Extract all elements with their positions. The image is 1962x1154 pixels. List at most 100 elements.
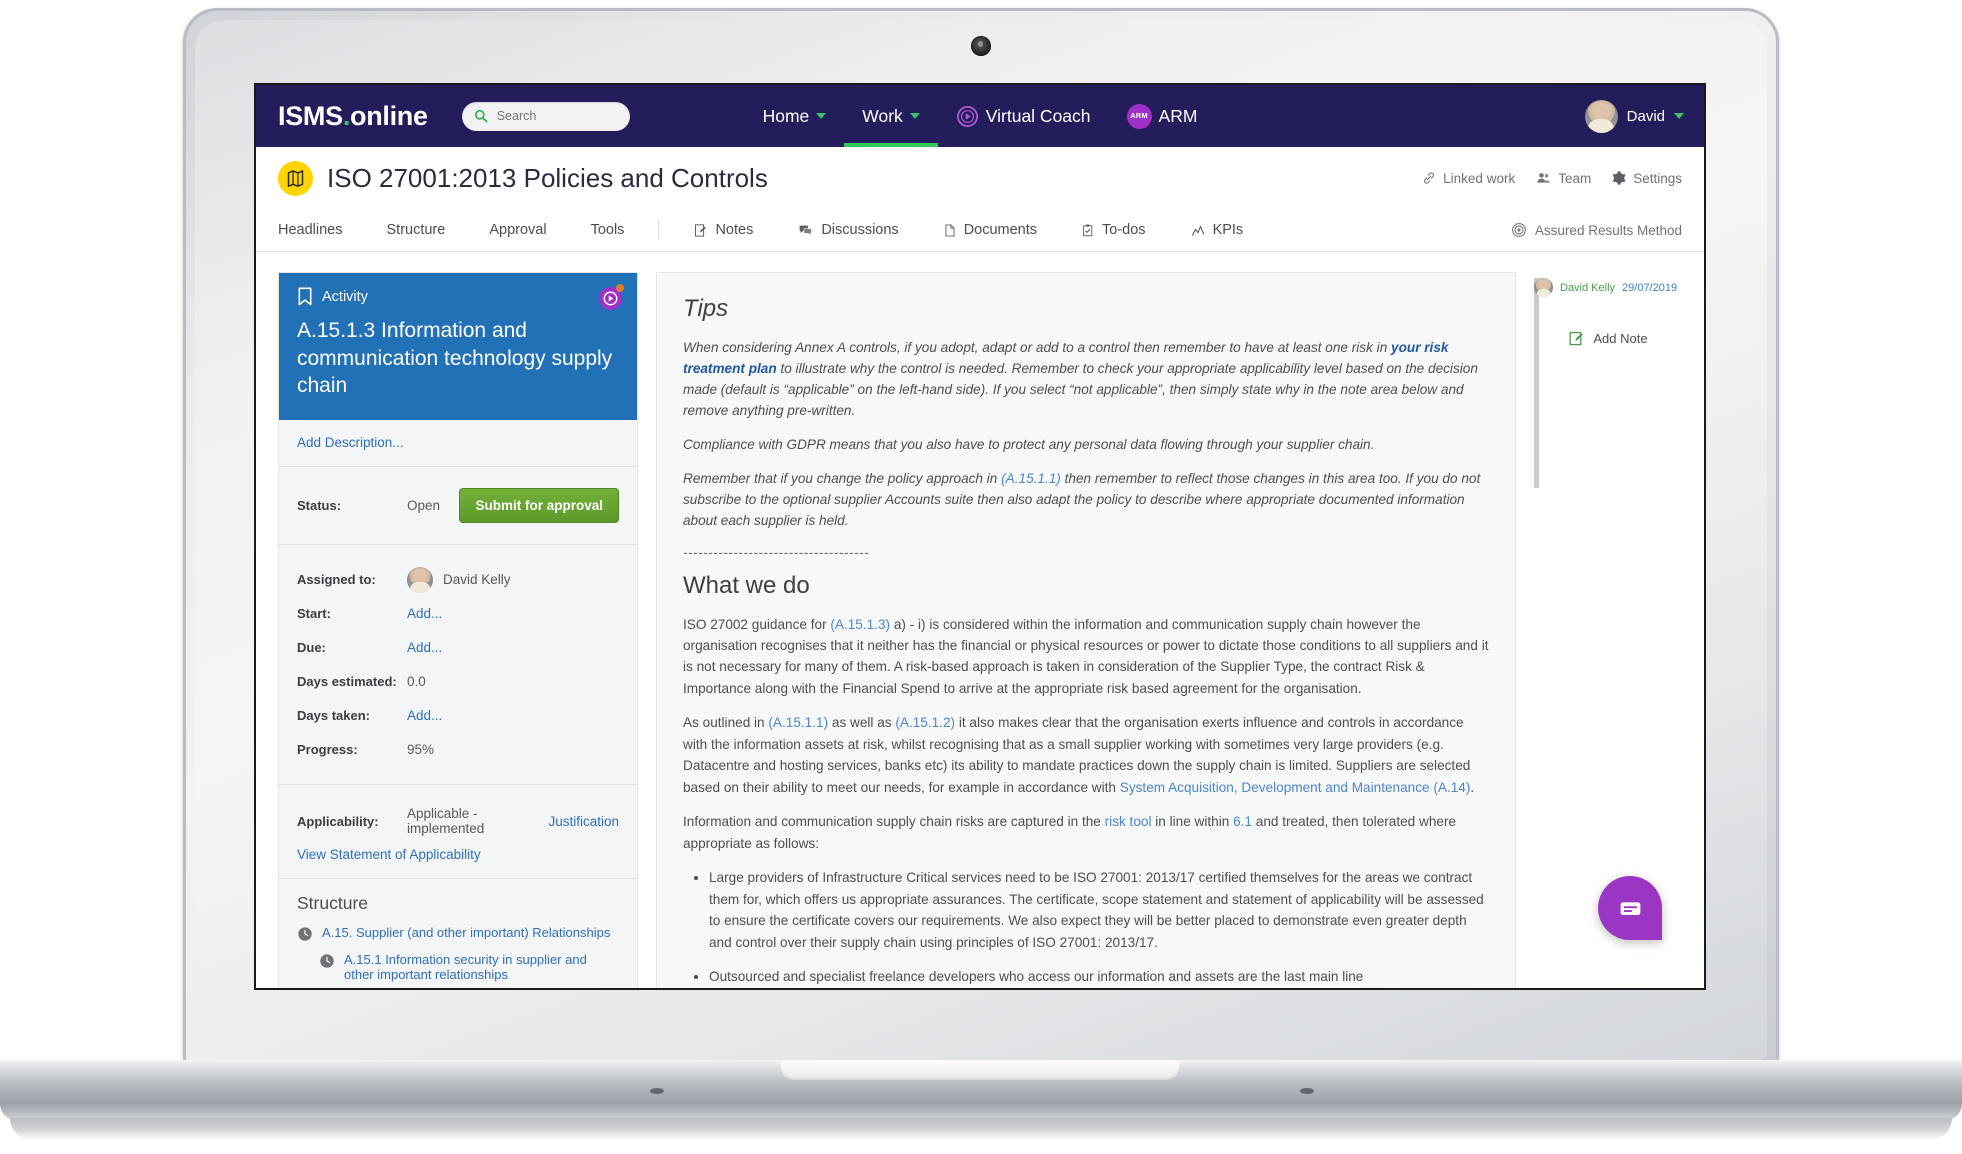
tab-todos[interactable]: To-dos <box>1059 222 1168 238</box>
risk-treatment-bullet-list: Large providers of Infrastructure Critic… <box>683 867 1489 987</box>
settings-label: Settings <box>1633 170 1682 186</box>
tab-approval[interactable]: Approval <box>467 222 568 238</box>
view-statement-of-applicability-link[interactable]: View Statement of Applicability <box>297 847 481 862</box>
clock-icon <box>320 954 334 968</box>
note-meta: David Kelly 29/07/2019 <box>1534 278 1682 297</box>
chevron-down-icon <box>816 113 827 119</box>
search-box[interactable] <box>461 101 630 131</box>
avatar <box>1584 99 1618 133</box>
nav-item-work[interactable]: Work <box>844 85 938 147</box>
page-header-tools: Linked work Team Settings <box>1421 147 1682 209</box>
user-menu[interactable]: David <box>1584 85 1684 147</box>
status-section: Status: Open Submit for approval <box>279 467 637 546</box>
control-ref-a1511-link[interactable]: (A.15.1.1) <box>768 715 828 730</box>
risk-tool-link[interactable]: risk tool <box>1105 814 1152 829</box>
nav-item-virtual-coach[interactable]: Virtual Coach <box>938 85 1109 147</box>
control-ref-a1512-link[interactable]: (A.15.1.2) <box>895 715 955 730</box>
status-value: Open <box>407 498 441 514</box>
structure-item-a15[interactable]: A.15. Supplier (and other important) Rel… <box>279 920 637 947</box>
tab-notes-label: Notes <box>715 222 754 238</box>
structure-item-a151[interactable]: A.15.1 Information security in supplier … <box>279 947 637 987</box>
user-name-label: David <box>1626 107 1665 125</box>
search-input[interactable] <box>494 108 618 124</box>
control-ref-a1513-link[interactable]: (A.15.1.3) <box>830 617 890 632</box>
chevron-down-icon <box>1674 113 1684 119</box>
tips-p3-part-a: Remember that if you change the policy a… <box>683 471 1002 487</box>
system-acquisition-link[interactable]: System Acquisition, Development and Main… <box>1120 780 1471 795</box>
map-glyph <box>287 169 304 187</box>
bookmark-icon <box>298 287 312 306</box>
submit-for-approval-button[interactable]: Submit for approval <box>459 488 619 524</box>
assigned-to-label: Assigned to: <box>297 572 376 588</box>
status-label: Status: <box>297 498 342 514</box>
tab-discussions[interactable]: Discussions <box>775 222 920 238</box>
page-header: ISO 27001:2013 Policies and Controls Lin… <box>256 147 1704 209</box>
list-item: Outsourced and specialist freelance deve… <box>709 966 1489 987</box>
main-document-panel: Tips When considering Annex A controls, … <box>656 272 1516 988</box>
content-area: Activity A.15.1.3 Information and commun… <box>256 252 1704 988</box>
applicability-value: Applicable - implemented Justification <box>407 806 619 836</box>
linked-work-button[interactable]: Linked work <box>1421 170 1515 186</box>
search-icon <box>474 109 488 123</box>
target-icon <box>1511 223 1526 237</box>
progress-label: Progress: <box>297 742 358 758</box>
what-we-do-paragraph-3: Information and communication supply cha… <box>683 811 1489 854</box>
due-row: Due: Add... <box>297 634 619 661</box>
nav-item-home-label: Home <box>762 106 810 126</box>
avatar <box>1534 278 1553 297</box>
tab-kpis-label: KPIs <box>1212 222 1244 238</box>
activity-kicker: Activity <box>297 287 619 306</box>
tips-paragraph-3: Remember that if you change the policy a… <box>683 468 1489 531</box>
control-ref-a1511-link[interactable]: (A.15.1.1) <box>1001 471 1061 486</box>
todo-icon <box>1083 224 1093 236</box>
tab-documents[interactable]: Documents <box>921 222 1059 238</box>
scrollbar[interactable] <box>1534 278 1539 488</box>
tab-headlines[interactable]: Headlines <box>278 222 365 238</box>
edit-note-icon <box>1569 331 1584 346</box>
brand-suffix: online <box>350 100 428 131</box>
assignment-section: Assigned to: David Kelly Start: Add... D… <box>279 545 637 786</box>
days-taken-row: Days taken: Add... <box>297 702 619 729</box>
browser-screen: ISMS.online Home Work <box>256 85 1704 988</box>
tab-kpis[interactable]: KPIs <box>1168 222 1266 238</box>
settings-button[interactable]: Settings <box>1611 170 1682 186</box>
note-author: David Kelly <box>1560 281 1616 294</box>
tab-divider <box>658 220 660 240</box>
laptop-base <box>0 1060 1962 1120</box>
what-we-do-paragraph-1: ISO 27002 guidance for (A.15.1.3) a) - i… <box>683 614 1489 700</box>
what-we-do-paragraph-2: As outlined in (A.15.1.1) as well as (A.… <box>683 712 1489 798</box>
nav-item-work-label: Work <box>862 106 903 126</box>
note-date: 29/07/2019 <box>1622 281 1678 294</box>
applicability-section: Applicability: Applicable - implemented … <box>279 785 637 880</box>
justification-link[interactable]: Justification <box>548 814 619 829</box>
team-button[interactable]: Team <box>1535 170 1591 186</box>
tips-paragraph-1: When considering Annex A controls, if yo… <box>683 337 1489 421</box>
chat-launcher-button[interactable] <box>1598 876 1662 940</box>
add-note-button[interactable]: Add Note <box>1534 330 1682 347</box>
structure-section: Structure A.15. Supplier (and other impo… <box>279 879 637 987</box>
nav-item-arm[interactable]: ARM ARM <box>1109 85 1216 147</box>
tab-documents-label: Documents <box>963 222 1038 238</box>
brand-prefix: ISMS <box>278 100 343 131</box>
days-taken-label: Days taken: <box>297 708 370 724</box>
applicability-text: Applicable - implemented <box>407 806 485 837</box>
days-taken-add-link[interactable]: Add... <box>407 708 442 723</box>
assured-results-method-button[interactable]: Assured Results Method <box>1511 222 1682 238</box>
assigned-to-row: Assigned to: David Kelly <box>297 566 619 593</box>
clause-6-1-link[interactable]: 6.1 <box>1233 814 1252 829</box>
structure-item-a151-label: A.15.1 Information security in supplier … <box>344 952 587 983</box>
wwd-p2-part-d: . <box>1470 779 1475 795</box>
tab-structure[interactable]: Structure <box>365 222 468 238</box>
start-add-link[interactable]: Add... <box>407 606 442 621</box>
tab-tools[interactable]: Tools <box>569 222 647 238</box>
add-description-link[interactable]: Add Description... <box>297 435 404 450</box>
brand-logo[interactable]: ISMS.online <box>278 101 428 132</box>
nav-item-home[interactable]: Home <box>745 85 845 147</box>
people-icon <box>1537 173 1551 183</box>
virtual-coach-button[interactable] <box>598 284 624 311</box>
due-add-link[interactable]: Add... <box>407 640 442 655</box>
days-estimated-value: 0.0 <box>407 674 426 690</box>
add-description-section: Add Description... <box>279 420 637 468</box>
tab-notes[interactable]: Notes <box>671 222 775 238</box>
activity-title: A.15.1.3 Information and communication t… <box>297 319 613 398</box>
